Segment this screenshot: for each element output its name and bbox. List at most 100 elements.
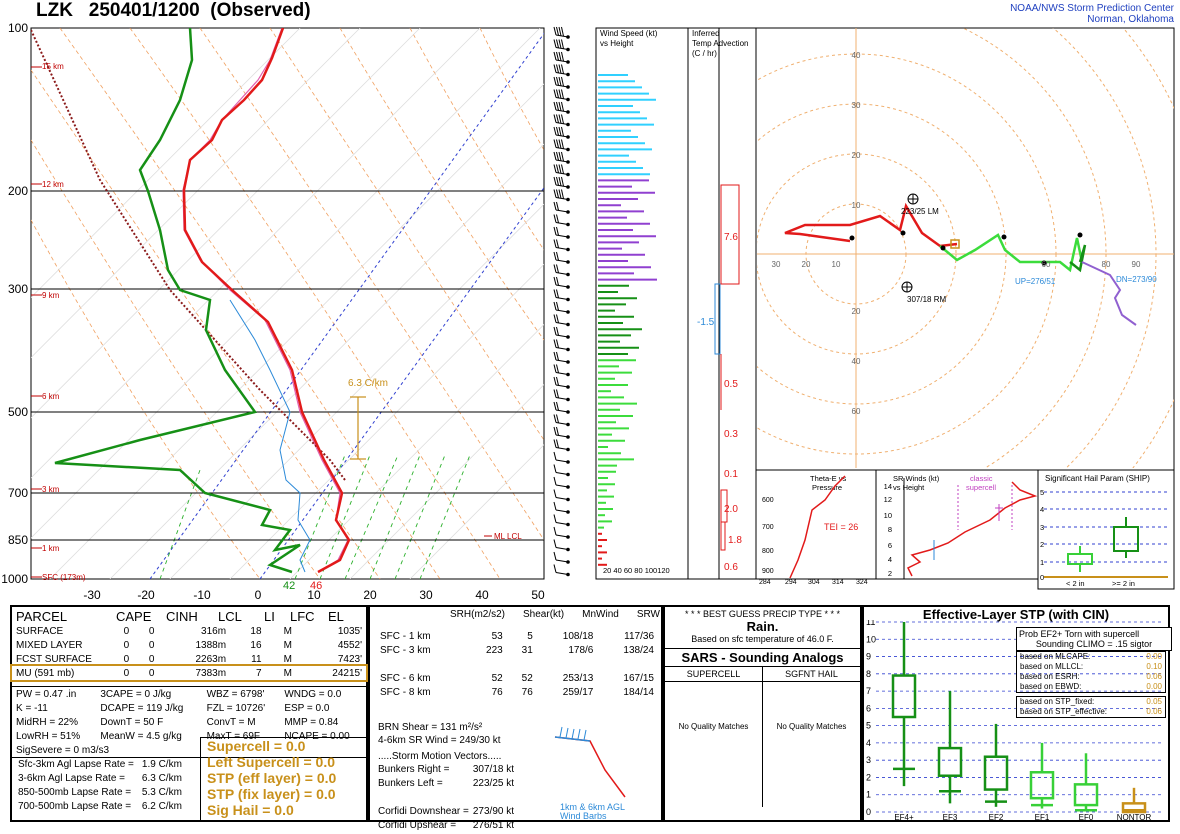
composite-supercell: Supercell = 0.0 [207, 738, 306, 754]
stp-based-group-2: based on STP_fixed: 0.05 based on STP_eff… [1016, 696, 1166, 718]
temp-label: -10 [193, 588, 211, 602]
stp-based-row: based on STP_effective: 0.06 [1020, 707, 1162, 717]
parcel-header: EL [328, 609, 344, 624]
stp-based-value: 0.06 [1146, 672, 1162, 681]
inset-hodo-line [554, 736, 626, 798]
parcel-cell: 7383m [195, 667, 227, 679]
lapse-row: 850-500mb Lapse Rate = 5.3 C/km [14, 785, 186, 799]
temp-label: 0 [255, 588, 262, 602]
parcel-cell: 316m [201, 625, 227, 637]
kin-row: SFC - 3 km 223 31 178/6 138/24 [376, 643, 658, 657]
temp-adv-value: 1.8 [728, 535, 742, 546]
parcel-cell: 0 [123, 667, 130, 679]
kin-brn-block: BRN Shear = 131 m²/s² 4-6km SR Wind = 24… [378, 721, 501, 747]
hodo-ring-label: 40 [852, 357, 861, 366]
index-cell: DCAPE = 119 J/kg [100, 702, 184, 714]
wind-barb [553, 189, 570, 202]
hodo-dn-label: DN=273/90 [1116, 275, 1157, 284]
lapse-label: 700-500mb Lapse Rate = [18, 800, 132, 812]
pressure-label: 100 [8, 21, 28, 35]
height-label: 6 km [42, 392, 60, 401]
kin-cell: SFC - 6 km [380, 672, 431, 684]
srwinds-trace [906, 481, 1038, 577]
pressure-label: 700 [8, 486, 28, 500]
parcel-row-selected[interactable]: MU (591 mb) 0 0 7383m 7 M 24215' [10, 664, 368, 682]
srwinds-title-line: vs Height [893, 483, 925, 492]
kin-header: SRH(m2/s2) [450, 609, 506, 620]
wind-barb [553, 426, 570, 439]
stp-category-label: EF2 [989, 813, 1004, 820]
wind-barb [553, 276, 570, 289]
wind-barb [553, 476, 570, 489]
stp-based-value: 0.05 [1146, 697, 1162, 706]
wind-barb [553, 139, 570, 152]
height-label: 3 km [42, 485, 60, 494]
wind-barb [553, 114, 570, 127]
kin-cell: 108/18 [562, 630, 594, 642]
parcel-cell: 11 [251, 653, 262, 665]
lapse-table: Sfc-3km Agl Lapse Rate = 1.9 C/km 3-6km A… [14, 757, 186, 813]
theta-x-tick: 314 [832, 579, 844, 586]
lapse-label: Sfc-3km Agl Lapse Rate = [18, 758, 134, 770]
srwinds-title-line: SR Winds (kt) [893, 474, 940, 483]
kin-cell: 31 [521, 644, 533, 656]
temp-adv-title: Inferred Temp Advection (C / hr) [692, 29, 748, 58]
wind-barb [553, 414, 570, 427]
hodograph [757, 28, 1174, 468]
kin-cell: 53 [491, 630, 503, 642]
parcel-header: CAPE [116, 609, 152, 624]
stp-box [1121, 787, 1147, 814]
classic-supercell-line: supercell [966, 483, 996, 492]
precip-title: * * * BEST GUESS PRECIP TYPE * * * [684, 609, 841, 619]
kin-cell: SFC - 3 km [380, 644, 431, 656]
parcel-cell: 0 [123, 653, 130, 665]
stp-y-tick: 2 [866, 772, 871, 782]
stp-based-label: based on MLLCL: [1020, 662, 1084, 671]
sfc-temp-value: 46 [310, 580, 322, 592]
srwinds-ticks: 14 12 10 8 6 4 2 [884, 482, 892, 578]
inset-barb-flag [571, 728, 575, 740]
parcel-cell: 0 [148, 653, 155, 665]
parcel-header: LCL [218, 609, 242, 624]
lapse-value: 5.3 C/km [141, 786, 182, 798]
parcel-cell: 0 [123, 639, 130, 651]
parcel-panel: PARCEL CAPE CINH LCL LI LFC EL SURFACE 0 0… [10, 605, 368, 822]
wind-barb [553, 376, 570, 389]
stp-based-group-1: based on MLCAPE: 0.00 based on MLLCL: 0.10… [1016, 651, 1166, 693]
hodograph-frame [755, 27, 1175, 471]
sr-wind-4-6: 4-6km SR Wind = 249/30 kt [378, 735, 501, 746]
hodo-trace-green [939, 233, 1084, 273]
composite-stp-fix: STP (fix layer) = 0.0 [207, 786, 336, 802]
theta-x-tick: 284 [759, 579, 771, 586]
sars-title: SARS - Sounding Analogs [681, 650, 844, 665]
kin-cell: 117/36 [624, 630, 654, 642]
kin-cell: 76 [521, 686, 533, 698]
hodo-x-label: 90 [1132, 260, 1141, 269]
lapse-value: 6.3 C/km [141, 772, 182, 784]
sm-value: 223/25 kt [472, 778, 515, 790]
lapse-value: 6.2 C/km [141, 800, 182, 812]
theta-e-title: Theta-E vs Pressure [810, 474, 847, 492]
hodo-x-label: 80 [1102, 260, 1111, 269]
isotherms [31, 28, 544, 579]
storm-motion-title: .....Storm Motion Vectors..... [378, 751, 502, 762]
sm-row: Bunkers Left = 223/25 kt [378, 778, 518, 792]
temp-adv-value: -1.5 [697, 317, 715, 328]
indices-row: MidRH = 22% DownT = 50 F ConvT = M MMP = 0.… [12, 715, 366, 729]
theta-x-tick: 304 [808, 579, 820, 586]
wind-barb [553, 51, 570, 64]
stp-based-label: based on MLCAPE: [1020, 652, 1091, 661]
wind-barb [553, 501, 570, 514]
ship-tick: 1 [1040, 558, 1044, 567]
parcel-header: LFC [290, 609, 315, 624]
stp-prob-box: Prob EF2+ Torn with supercell Sounding C… [1016, 627, 1172, 651]
temp-adv-value: 0.3 [724, 429, 738, 440]
temp-adv-frame [687, 27, 757, 580]
wind-barb [553, 551, 570, 564]
inset-barb-flag [565, 727, 569, 739]
kin-cell: 167/15 [623, 672, 654, 684]
kin-cell: 223 [486, 644, 503, 656]
temp-label: 30 [419, 588, 433, 602]
temp-adv-title-line: (C / hr) [692, 49, 717, 58]
ship-tick: 0 [1040, 573, 1044, 582]
